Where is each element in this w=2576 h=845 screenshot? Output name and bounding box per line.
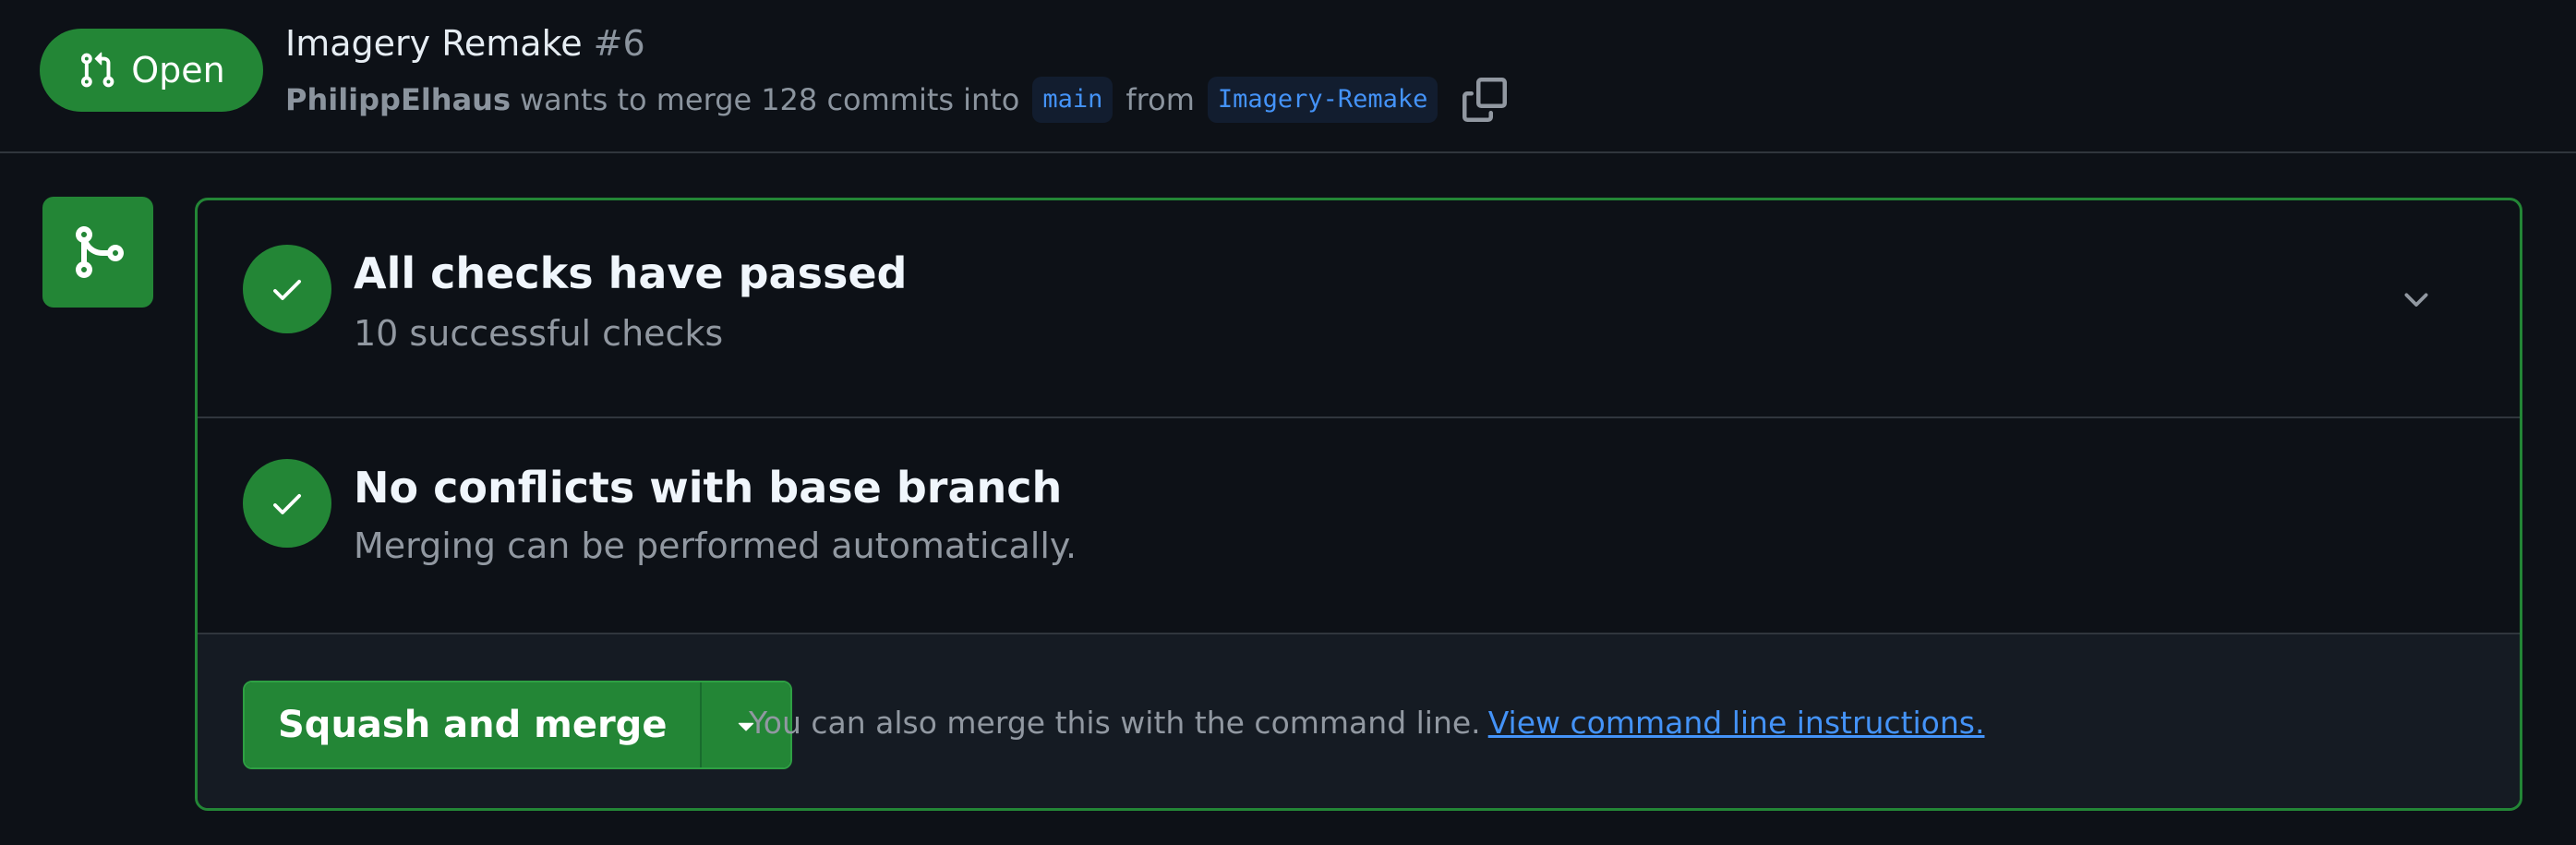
pr-state-badge: Open (40, 29, 263, 112)
conflicts-subtitle: Merging can be performed automatically. (354, 525, 1077, 566)
git-pull-request-icon (81, 52, 114, 88)
checks-title: All checks have passed (354, 248, 908, 298)
merge-text-from: from (1125, 82, 1195, 117)
command-line-instructions-link[interactable]: View command line instructions. (1488, 705, 1985, 741)
copy-icon[interactable] (1462, 76, 1508, 124)
base-branch[interactable]: main (1032, 77, 1113, 123)
pr-title-line: Imagery Remake #6 (285, 20, 645, 66)
conflicts-section: No conflicts with base branch Merging ca… (198, 418, 2520, 634)
pr-header: Open Imagery Remake #6 PhilippElhaus want… (0, 0, 2576, 153)
squash-and-merge-button[interactable]: Squash and merge (245, 682, 703, 767)
merge-hint-text: You can also merge this with the command… (749, 705, 1481, 741)
pr-state-label: Open (131, 50, 225, 91)
checks-subtitle: 10 successful checks (354, 313, 724, 354)
pr-meta-line: PhilippElhaus wants to merge 128 commits… (285, 76, 1508, 124)
head-branch[interactable]: Imagery-Remake (1207, 77, 1438, 123)
git-merge-icon (76, 226, 125, 278)
checks-status-circle (243, 245, 331, 333)
pr-number: #6 (593, 23, 645, 64)
conflicts-status-circle (243, 459, 331, 548)
merge-status-icon-box (42, 197, 153, 308)
merge-action-section: Squash and merge You can also merge this… (198, 634, 2520, 808)
conflicts-title: No conflicts with base branch (354, 463, 1063, 513)
merge-button-group: Squash and merge (243, 681, 793, 769)
check-icon (273, 494, 301, 514)
author-link[interactable]: PhilippElhaus (285, 77, 511, 123)
merge-text: wants to merge (519, 82, 752, 117)
checks-section[interactable]: All checks have passed 10 successful che… (198, 200, 2520, 418)
pr-title: Imagery Remake (285, 23, 583, 64)
merge-box: All checks have passed 10 successful che… (195, 198, 2522, 811)
merge-hint: You can also merge this with the command… (749, 705, 1984, 741)
commit-count: 128 commits (761, 82, 955, 117)
check-icon (273, 280, 301, 300)
chevron-down-icon[interactable] (2398, 282, 2435, 319)
merge-text-into: into (963, 82, 1020, 117)
